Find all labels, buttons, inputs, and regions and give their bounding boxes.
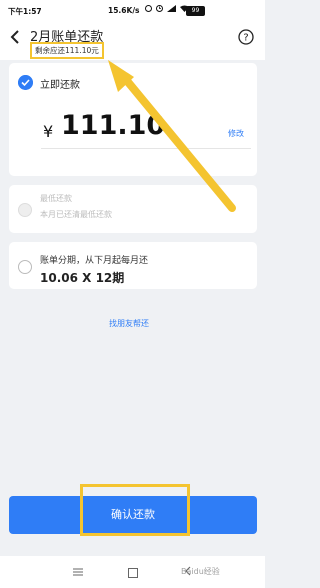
help-icon[interactable]: ? <box>238 29 254 45</box>
installment-radio[interactable] <box>18 260 32 274</box>
installment-card[interactable]: 账单分期，从下月起每月还 10.06 X 12期 <box>9 242 257 289</box>
currency-symbol: ¥ <box>43 122 54 141</box>
battery-indicator: 99 <box>186 6 205 16</box>
check-icon[interactable] <box>18 75 33 90</box>
payment-amount: 111.10 <box>61 110 166 141</box>
minimum-payment-radio <box>18 203 32 217</box>
clock-icon <box>156 5 163 12</box>
system-nav-bar <box>0 556 265 588</box>
svg-text:?: ? <box>243 33 248 44</box>
watermark: Baidu经验 <box>181 567 220 576</box>
immediate-payment-label: 立即还款 <box>40 80 80 91</box>
edit-amount-link[interactable]: 修改 <box>228 128 244 139</box>
minimum-payment-label: 最低还款 <box>40 194 72 203</box>
back-icon[interactable] <box>8 28 22 46</box>
header-bar: 2月账单还款 剩余应还111.10元 ? <box>0 20 265 60</box>
home-icon[interactable] <box>128 568 138 578</box>
minimum-payment-desc: 本月已还清最低还款 <box>40 210 112 219</box>
installment-label: 账单分期，从下月起每月还 <box>40 256 149 266</box>
immediate-payment-card[interactable]: 立即还款 ¥ 111.10 <box>9 63 257 176</box>
status-bar: 下午1:57 15.6K/s 99 <box>0 0 265 20</box>
ask-friend-link[interactable]: 找朋友帮还 <box>109 318 149 329</box>
menu-icon[interactable] <box>73 568 83 576</box>
status-time: 下午1:57 <box>8 7 42 16</box>
status-icons <box>145 5 189 12</box>
installment-value: 10.06 X 12期 <box>40 271 125 285</box>
remaining-due-label: 剩余应还111.10元 <box>30 42 104 59</box>
network-speed: 15.6K/s <box>108 6 140 15</box>
minimum-payment-card: 最低还款 本月已还清最低还款 <box>9 185 257 233</box>
highlight-box <box>80 484 190 536</box>
signal-icon <box>167 5 176 12</box>
alarm-icon <box>145 5 152 12</box>
amount-field: ¥ 111.10 <box>41 110 251 149</box>
